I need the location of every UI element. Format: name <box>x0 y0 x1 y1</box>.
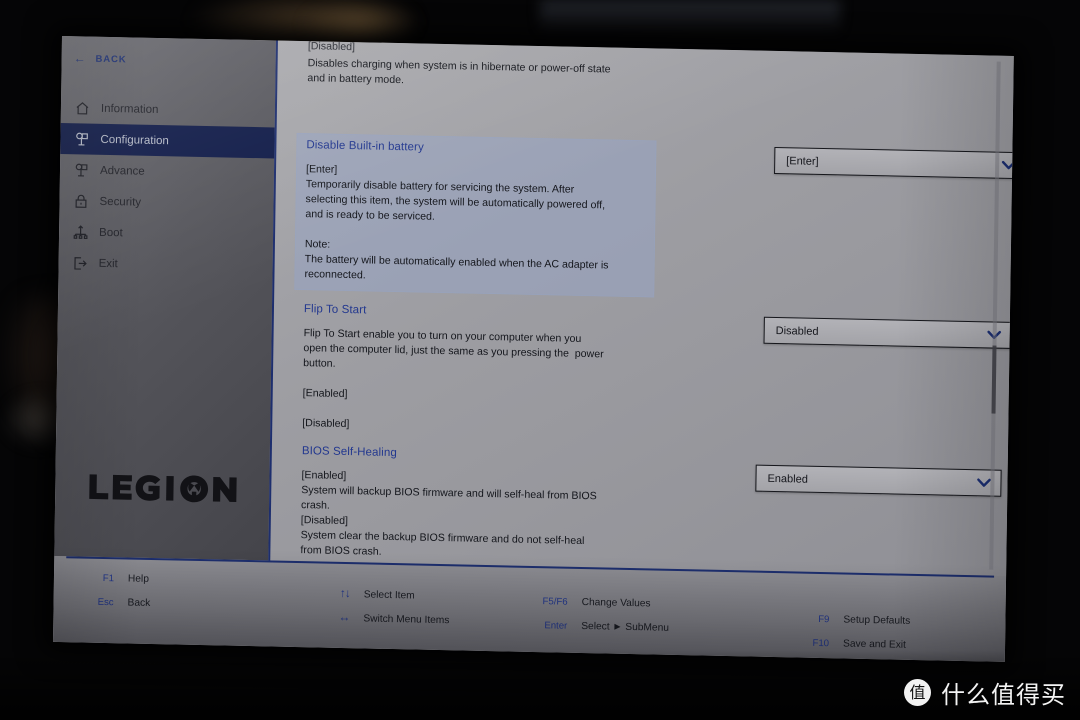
shortcut-label: Change Values <box>581 596 651 610</box>
shortcut-key: F9 <box>818 613 830 626</box>
watermark-text: 什么值得买 <box>941 681 1066 709</box>
shortcut-setup-defaults[interactable]: F9 Setup Defaults <box>783 613 910 640</box>
sidebar-nav-list: Information Configuration Advance Securi… <box>58 92 275 282</box>
shortcut-key: F5/F6 <box>542 596 568 608</box>
shortcut-save-and-exit[interactable]: F10 Save and Exit <box>783 637 910 662</box>
sidebar-item-label: Security <box>99 195 142 209</box>
setting-body: Flip To Start enable you to turn on your… <box>302 327 604 431</box>
setting-block-partial: [Disabled] Disables charging when system… <box>297 41 990 109</box>
sidebar-item-label: Boot <box>99 226 123 239</box>
dropdown-value: [Enter] <box>786 154 819 168</box>
up-down-arrows-icon: ↑↓ <box>339 585 350 601</box>
boot-tree-icon <box>71 222 90 241</box>
arrow-left-icon: ← <box>73 51 87 66</box>
chevron-down-icon <box>975 477 991 489</box>
sidebar-item-label: Configuration <box>100 133 169 147</box>
setting-description: BIOS Self-Healing [Enabled] System will … <box>290 439 652 574</box>
back-button-label: BACK <box>95 53 127 65</box>
shapes-icon <box>72 129 91 148</box>
shortcut-help[interactable]: F1 Help <box>68 572 151 598</box>
shortcut-key: Enter <box>544 620 568 632</box>
photograph-of-laptop-screen: ← BACK Information Configuration Advance… <box>0 0 1080 720</box>
dropdown-value: Enabled <box>767 472 808 486</box>
setting-description: Disable Built-in battery [Enter] Tempora… <box>294 132 657 298</box>
setting-description: [Disabled] Disables charging when system… <box>297 41 658 102</box>
shortcut-key: F10 <box>812 637 830 650</box>
shortcut-key: F1 <box>102 572 115 585</box>
shortcut-label: Save and Exit <box>842 638 907 651</box>
setting-body: Disables charging when system is in hibe… <box>307 57 611 87</box>
sidebar-item-security[interactable]: Security <box>59 185 273 220</box>
shortcut-select-item[interactable]: ↑↓ Select Item <box>304 585 450 612</box>
setting-title: Disable Built-in battery <box>306 139 424 154</box>
setting-body: [Enabled] System will backup BIOS firmwa… <box>300 469 597 558</box>
sidebar-item-exit[interactable]: Exit <box>58 247 272 282</box>
sidebar-item-boot[interactable]: Boot <box>59 216 273 251</box>
sidebar-item-information[interactable]: Information <box>61 92 275 127</box>
scrollbar-thumb[interactable] <box>991 346 997 415</box>
setting-body: [Enter] Temporarily disable battery for … <box>304 163 609 282</box>
sidebar-item-label: Advance <box>99 164 145 178</box>
shortcut-switch-menu-items[interactable]: ↔ Switch Menu Items <box>303 609 449 636</box>
settings-panel: [Disabled] Disables charging when system… <box>270 40 1014 576</box>
shortcut-key: Esc <box>97 596 114 609</box>
sidebar-item-advance[interactable]: Advance <box>60 154 274 189</box>
setting-title: BIOS Self-Healing <box>301 445 397 460</box>
exit-arrow-icon <box>70 253 89 272</box>
home-icon <box>73 98 92 117</box>
dropdown-value: Disabled <box>775 324 819 338</box>
shortcut-label: Select ► SubMenu <box>581 620 670 634</box>
dropdown-bios-self-healing[interactable]: Enabled <box>755 464 1002 497</box>
footer-column: F1 Help Esc Back <box>67 572 151 622</box>
dropdown-flip-to-start[interactable]: Disabled <box>763 316 1012 349</box>
setting-title: Flip To Start <box>303 303 367 317</box>
dropdown-disable-built-in-battery[interactable]: [Enter] <box>774 146 1014 180</box>
left-right-arrows-icon: ↔ <box>338 609 350 625</box>
back-button[interactable]: ← BACK <box>73 51 127 66</box>
setting-block-bios-self-healing[interactable]: BIOS Self-Healing [Enabled] System will … <box>290 439 984 576</box>
shortcut-label: Switch Menu Items <box>363 613 450 627</box>
lock-icon <box>71 191 90 210</box>
bios-setup-utility: ← BACK Information Configuration Advance… <box>53 36 1014 662</box>
laptop-screen: ← BACK Information Configuration Advance… <box>53 36 1014 662</box>
watermark: 值 什么值得买 <box>904 675 1066 710</box>
shortcut-label: Help <box>127 573 149 585</box>
shortcut-label: Select Item <box>363 589 415 602</box>
ambient-reflection <box>540 0 840 34</box>
sidebar-item-label: Information <box>100 102 159 116</box>
sidebar-item-configuration[interactable]: Configuration <box>60 122 275 159</box>
watermark-badge: 值 <box>904 679 931 706</box>
shortcut-select-submenu[interactable]: Enter Select ► SubMenu <box>515 620 669 647</box>
sidebar-item-label: Exit <box>98 257 118 270</box>
legion-logo <box>88 470 244 507</box>
shortcut-label: Back <box>127 597 151 609</box>
footer-column: F5/F6 Change Values Enter Select ► SubMe… <box>515 596 670 647</box>
shortcut-label: Setup Defaults <box>843 614 911 627</box>
shortcut-back[interactable]: Esc Back <box>67 596 151 622</box>
shortcut-change-values[interactable]: F5/F6 Change Values <box>515 596 669 623</box>
shapes-icon <box>72 160 91 179</box>
footer-column: F9 Setup Defaults F10 Save and Exit <box>783 613 910 662</box>
chevron-down-icon <box>1000 159 1014 171</box>
setting-description: Flip To Start Flip To Start enable you t… <box>292 297 654 447</box>
footer-column: ↑↓ Select Item ↔ Switch Menu Items <box>303 585 450 636</box>
sidebar: ← BACK Information Configuration Advance… <box>54 36 276 561</box>
